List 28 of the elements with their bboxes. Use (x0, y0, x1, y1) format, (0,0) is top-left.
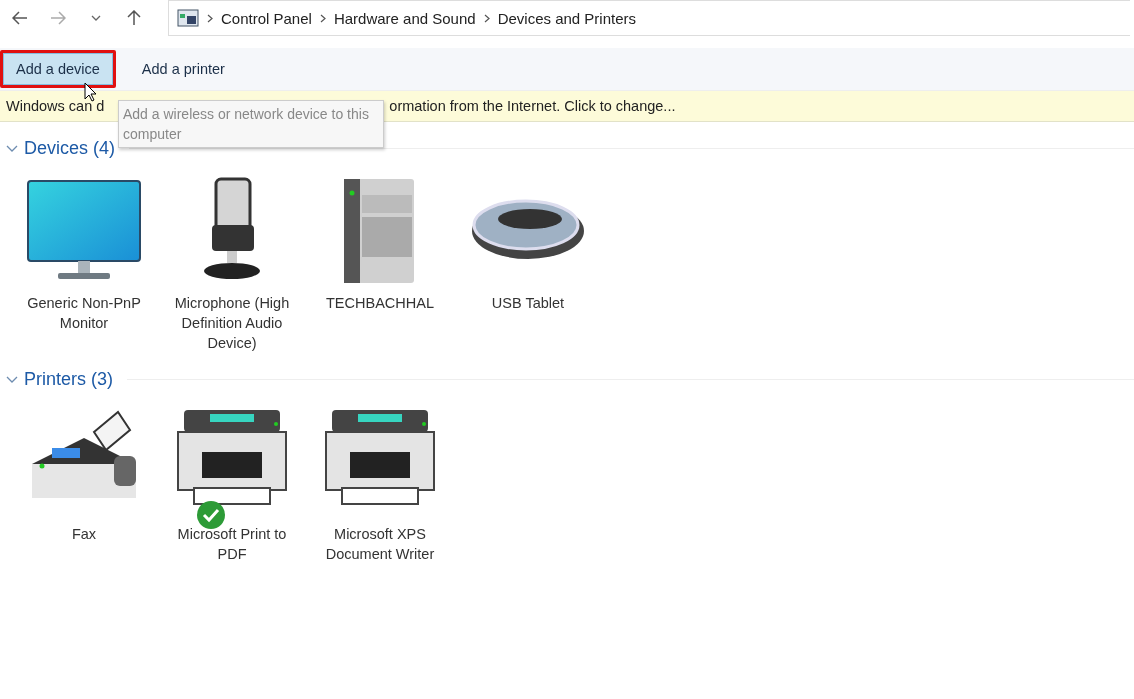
device-label[interactable]: Generic Non-PnP Monitor (20, 293, 148, 333)
toolbar-button[interactable]: Add a device (3, 53, 113, 85)
breadcrumb-item[interactable]: Devices and Printers (497, 9, 637, 27)
breadcrumb-item[interactable]: Hardware and Sound (333, 9, 476, 27)
breadcrumb-item[interactable]: Control Panel (221, 9, 312, 27)
group-header[interactable]: Devices (4) (24, 138, 116, 159)
tooltip: Add a wireless or network device to this computer (118, 100, 384, 148)
chevron-right-icon (483, 13, 490, 23)
forward-arrow-icon (50, 11, 66, 25)
group-header[interactable]: Printers (3) (24, 369, 113, 390)
toolbar-button[interactable]: Add a printer (128, 53, 238, 85)
up-arrow-icon (127, 10, 141, 26)
chevron-down-icon (91, 15, 101, 21)
control-panel-icon (177, 9, 199, 27)
info-bar-text: ormation from the Internet. Click to change... (389, 98, 676, 114)
info-bar-text: Windows can d (6, 98, 105, 114)
device-label[interactable]: TECHBACHHAL (316, 293, 444, 313)
chevron-down-icon[interactable] (6, 144, 18, 153)
device-label[interactable]: Microphone (High Definition Audio Device) (168, 293, 296, 353)
address-bar[interactable]: Control Panel Hardware and Sound Devices and Printers (168, 0, 1130, 36)
device-label[interactable]: Microsoft Print to PDF (168, 524, 296, 564)
device-label[interactable]: Microsoft XPS Document Writer (316, 524, 444, 564)
chevron-right-icon (319, 13, 326, 23)
back-arrow-icon (12, 11, 28, 25)
chevron-down-icon[interactable] (6, 375, 18, 384)
device-label[interactable]: USB Tablet (464, 293, 592, 313)
device-label[interactable]: Fax (20, 524, 148, 544)
chevron-right-icon (207, 13, 213, 23)
